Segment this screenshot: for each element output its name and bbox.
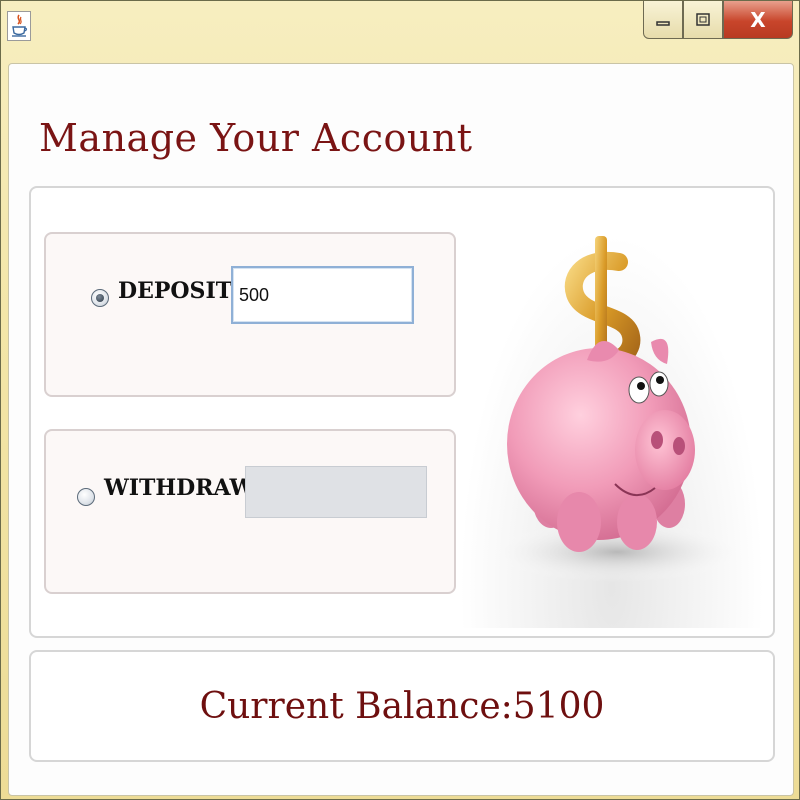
app-window: X Manage Your Account DEPOSIT WITHDRAW [0,0,800,800]
balance-panel: Current Balance:5100 [29,650,775,762]
maximize-button[interactable] [683,1,723,39]
maximize-icon [696,12,710,26]
java-cup-icon [12,14,28,37]
withdraw-panel: WITHDRAW [44,429,456,594]
deposit-label[interactable]: DEPOSIT [118,278,232,304]
deposit-panel: DEPOSIT [44,232,456,397]
withdraw-radio[interactable] [77,488,95,506]
piggy-bank-with-dollar-icon [487,236,747,582]
close-button[interactable]: X [723,1,793,39]
title-bar[interactable]: X [1,1,799,57]
minimize-icon [656,20,670,26]
minimize-button[interactable] [643,1,683,39]
deposit-amount-input[interactable] [231,266,414,324]
piggy-bank-image [459,232,765,628]
withdraw-amount-input[interactable] [245,466,427,518]
transaction-panel: DEPOSIT WITHDRAW [29,186,775,638]
current-balance: Current Balance:5100 [199,686,605,727]
close-icon: X [750,7,766,32]
java-icon[interactable] [7,11,31,41]
withdraw-label[interactable]: WITHDRAW [104,475,254,501]
content-pane: Manage Your Account DEPOSIT WITHDRAW [8,63,794,796]
deposit-radio[interactable] [91,289,109,307]
window-controls: X [643,1,793,39]
page-title: Manage Your Account [39,116,473,160]
